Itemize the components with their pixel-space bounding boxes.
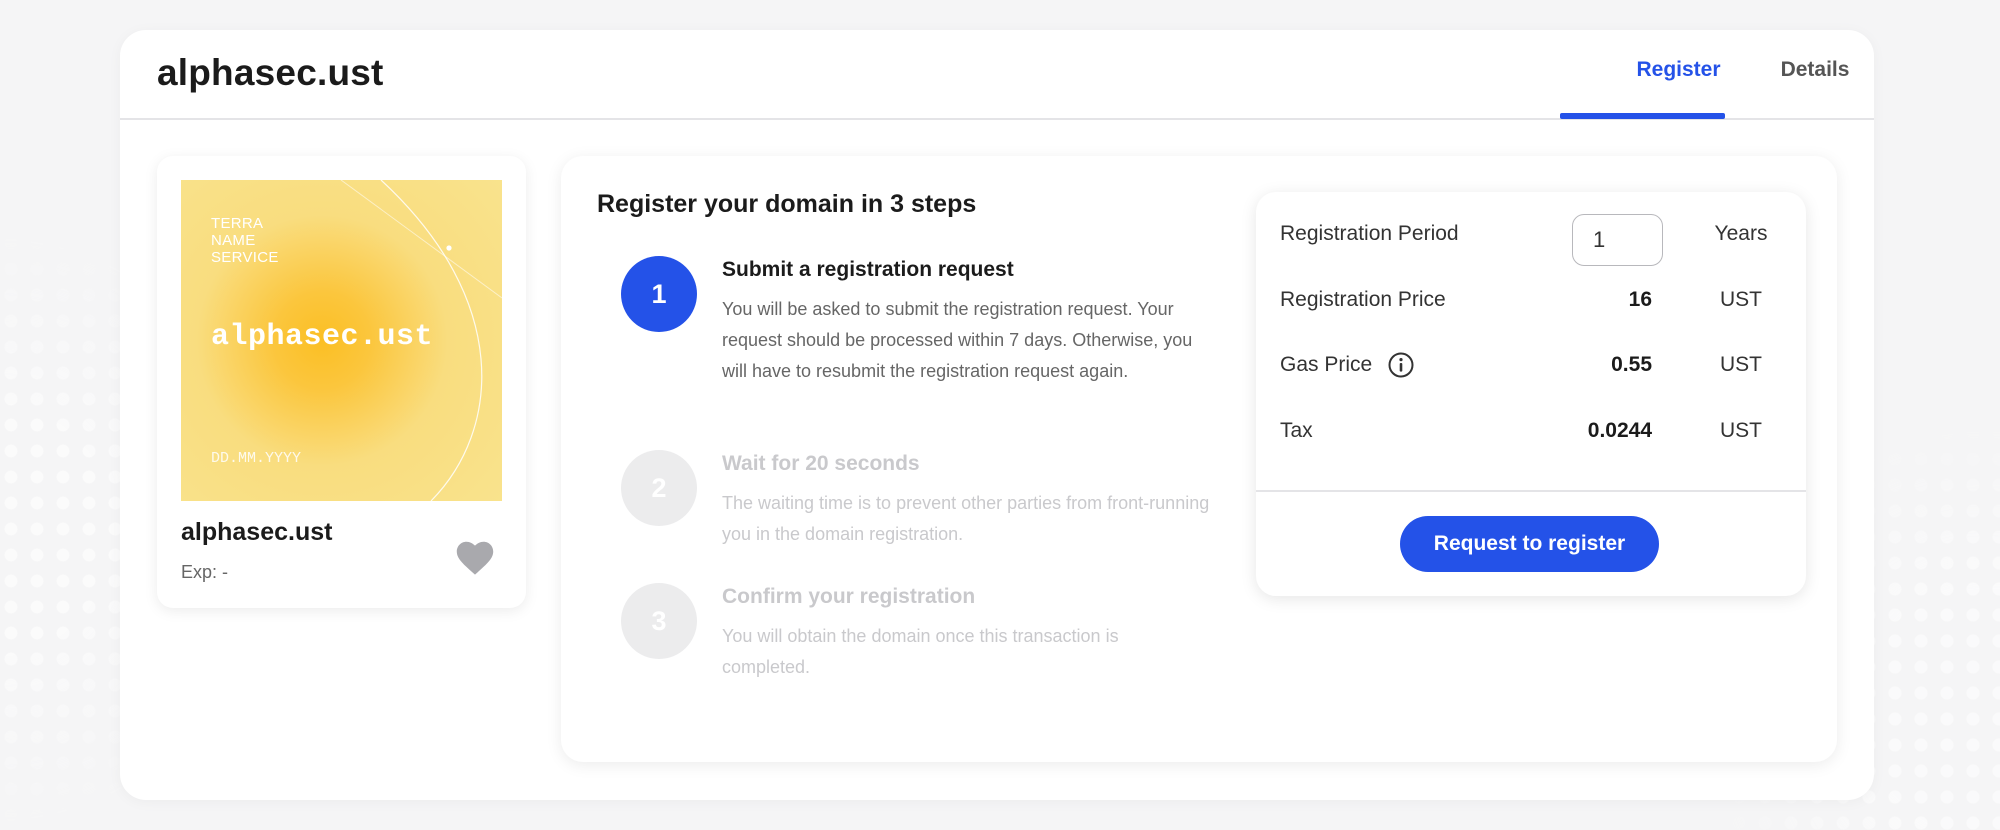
tax-row: Tax 0.0244 UST <box>1280 411 1782 451</box>
registration-summary: Registration Period Years Registration P… <box>1256 192 1806 596</box>
nft-brand-line-1: TERRA <box>211 215 264 232</box>
step-heading: Confirm your registration <box>722 585 976 608</box>
nft-domain-text: alphasec.ust <box>211 320 434 354</box>
header: alphasec.ust Register Details <box>120 30 1874 120</box>
registration-price-row: Registration Price 16 UST <box>1280 280 1782 320</box>
heart-icon[interactable] <box>456 540 494 576</box>
step-description: You will be asked to submit the registra… <box>722 299 1193 381</box>
nft-date-text: DD.MM.YYYY <box>211 450 302 467</box>
divider <box>1256 490 1806 492</box>
nft-brand-text: TERRA NAME SERVICE <box>211 215 279 266</box>
active-tab-indicator <box>1560 113 1725 119</box>
step-number-badge: 2 <box>621 450 697 526</box>
nft-brand-line-2: NAME <box>211 232 256 249</box>
gas-price-label: Gas Price <box>1280 353 1373 376</box>
info-icon[interactable] <box>1388 352 1414 378</box>
tab-register[interactable]: Register <box>1596 58 1761 82</box>
registration-price-value: 16 <box>1628 288 1652 311</box>
domain-card: alphasec.ust Register Details TERRA NAME… <box>120 30 1874 800</box>
page-title: alphasec.ust <box>157 52 384 93</box>
registration-price-unit: UST <box>1720 288 1762 311</box>
tab-details[interactable]: Details <box>1760 58 1870 82</box>
registration-period-label: Registration Period <box>1280 222 1459 245</box>
gas-price-value: 0.55 <box>1611 353 1652 376</box>
nft-image: TERRA NAME SERVICE alphasec.ust DD.MM.YY… <box>181 180 502 501</box>
registration-period-input[interactable] <box>1572 214 1663 266</box>
nft-card: TERRA NAME SERVICE alphasec.ust DD.MM.YY… <box>157 156 526 608</box>
step-number-badge: 1 <box>621 256 697 332</box>
steps-title: Register your domain in 3 steps <box>597 190 977 218</box>
nft-name: alphasec.ust <box>181 518 333 546</box>
gas-price-row: Gas Price 0.55 UST <box>1280 345 1782 385</box>
registration-price-label: Registration Price <box>1280 288 1446 311</box>
tax-unit: UST <box>1720 419 1762 442</box>
gas-price-unit: UST <box>1720 353 1762 376</box>
step-heading: Wait for 20 seconds <box>722 452 920 475</box>
step-description: You will obtain the domain once this tra… <box>722 626 1119 677</box>
step-number-badge: 3 <box>621 583 697 659</box>
step-heading: Submit a registration request <box>722 258 1014 281</box>
steps-panel: Register your domain in 3 steps 1 Submit… <box>561 156 1837 762</box>
nft-expiry: Exp: - <box>181 562 229 582</box>
tax-label: Tax <box>1280 419 1313 442</box>
step-description: The waiting time is to prevent other par… <box>722 493 1210 544</box>
nft-brand-line-3: SERVICE <box>211 249 279 266</box>
registration-period-row: Registration Period Years <box>1280 214 1782 266</box>
registration-period-unit: Years <box>1714 222 1768 245</box>
request-to-register-button[interactable]: Request to register <box>1400 516 1659 572</box>
tax-value: 0.0244 <box>1587 419 1652 442</box>
